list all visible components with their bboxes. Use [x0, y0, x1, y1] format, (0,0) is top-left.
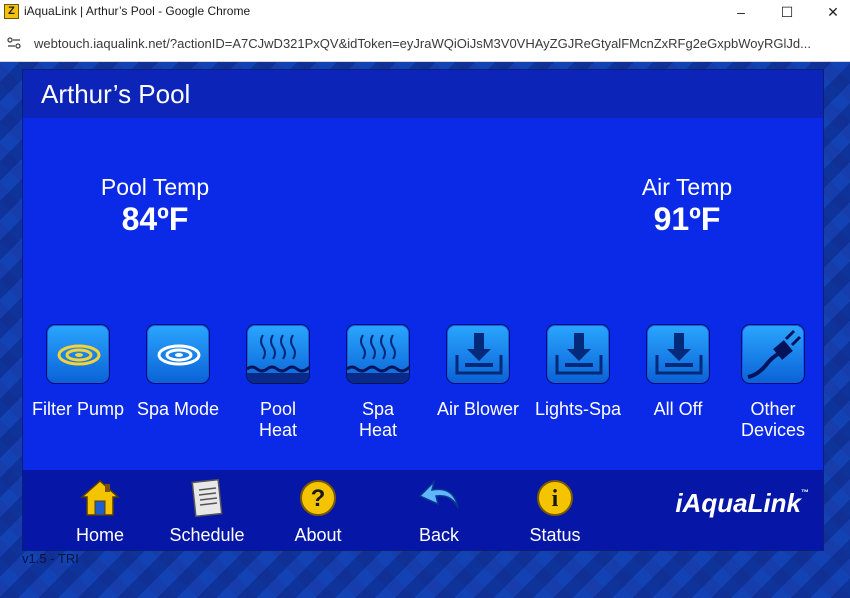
- site-info-icon[interactable]: [7, 36, 21, 50]
- minimize-button[interactable]: –: [718, 0, 764, 24]
- air-temp: Air Temp 91ºF: [577, 174, 797, 238]
- air-temp-label: Air Temp: [641, 174, 733, 200]
- schedule-label: Schedule: [169, 525, 245, 545]
- home-button[interactable]: Home: [50, 478, 150, 546]
- device-label: Lights-Spa: [534, 399, 622, 419]
- info-icon: i: [534, 478, 576, 518]
- main-panel: Arthur’s Pool Pool Temp 84ºF Air Temp 91…: [22, 69, 824, 551]
- url-text[interactable]: webtouch.iaqualink.net/?actionID=A7CJwD3…: [34, 36, 844, 51]
- maximize-button[interactable]: ☐: [764, 0, 810, 24]
- all-off-button[interactable]: All Off: [628, 324, 728, 420]
- window-title: iAquaLink | Arthur’s Pool - Google Chrom…: [24, 4, 251, 18]
- back-button[interactable]: Back: [389, 478, 489, 546]
- bottom-nav: Home Schedule ? About Back i Status iAqu…: [23, 470, 823, 550]
- lights-spa-button[interactable]: Lights-Spa: [528, 324, 628, 420]
- back-arrow-icon: [418, 478, 460, 518]
- device-label: Spa Mode: [136, 399, 220, 419]
- device-label: All Off: [653, 399, 703, 419]
- spa-mode-button[interactable]: Spa Mode: [128, 324, 228, 420]
- spa-heat-button[interactable]: Spa Heat: [328, 324, 428, 441]
- other-devices-button[interactable]: Other Devices: [723, 324, 823, 441]
- panel-header: Arthur’s Pool: [23, 70, 823, 118]
- heat-icon: [246, 324, 310, 384]
- about-label: About: [294, 525, 342, 545]
- window-titlebar: Z iAquaLink | Arthur’s Pool - Google Chr…: [0, 0, 850, 24]
- pool-temp-value: 84ºF: [121, 201, 189, 237]
- status-label: Status: [529, 525, 581, 545]
- address-bar[interactable]: webtouch.iaqualink.net/?actionID=A7CJwD3…: [0, 24, 850, 62]
- filter-pump-button[interactable]: Filter Pump: [28, 324, 128, 420]
- schedule-button[interactable]: Schedule: [157, 478, 257, 546]
- device-label: Spa Heat: [358, 399, 398, 440]
- device-label: Filter Pump: [31, 399, 125, 419]
- filter-pump-icon: [46, 324, 110, 384]
- download-tray-icon: [646, 324, 710, 384]
- air-temp-value: 91ºF: [653, 201, 721, 237]
- pool-heat-button[interactable]: Pool Heat: [228, 324, 328, 441]
- pool-temp-label: Pool Temp: [100, 174, 210, 200]
- schedule-icon: [186, 478, 228, 518]
- status-button[interactable]: i Status: [505, 478, 605, 546]
- device-label: Other Devices: [740, 399, 806, 440]
- version-text: v1.5 - TRI: [22, 551, 79, 566]
- app-icon: Z: [4, 4, 19, 19]
- pool-temp: Pool Temp 84ºF: [45, 174, 265, 238]
- close-button[interactable]: ✕: [810, 0, 850, 24]
- heat-icon: [346, 324, 410, 384]
- plug-icon: [741, 324, 805, 384]
- page-title: Arthur’s Pool: [41, 79, 191, 109]
- air-blower-button[interactable]: Air Blower: [428, 324, 528, 420]
- iaqualink-logo: iAquaLink™: [675, 488, 809, 518]
- panel-body: Pool Temp 84ºF Air Temp 91ºF Filter Pump: [23, 118, 823, 470]
- svg-text:i: i: [552, 486, 559, 512]
- device-label: Pool Heat: [258, 399, 298, 440]
- spa-mode-icon: [146, 324, 210, 384]
- about-button[interactable]: ? About: [268, 478, 368, 546]
- home-label: Home: [75, 525, 124, 545]
- back-label: Back: [418, 525, 460, 545]
- svg-text:?: ?: [311, 485, 326, 512]
- home-icon: [79, 478, 121, 518]
- download-tray-icon: [446, 324, 510, 384]
- question-icon: ?: [297, 478, 339, 518]
- download-tray-icon: [546, 324, 610, 384]
- device-label: Air Blower: [436, 399, 520, 419]
